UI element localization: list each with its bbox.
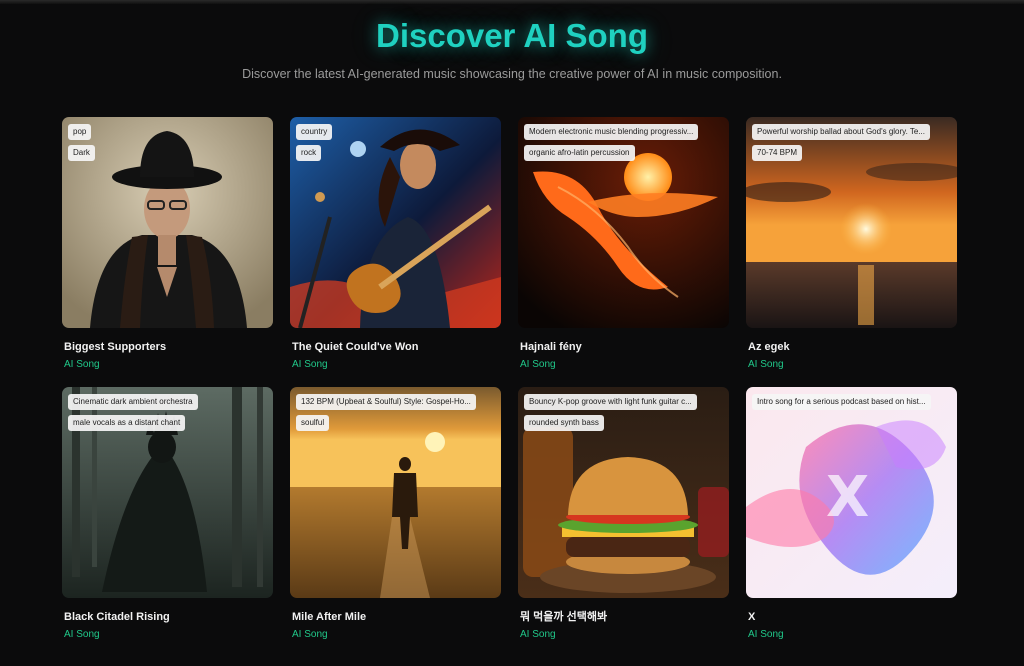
genre-tag: organic afro-latin percussion: [524, 145, 635, 161]
song-title[interactable]: Hajnali fény: [518, 340, 729, 354]
genre-tag: pop: [68, 124, 92, 140]
page-title: Discover AI Song: [375, 17, 648, 54]
page-subtitle: Discover the latest AI-generated music s…: [242, 67, 782, 81]
song-grid: pop Dark Biggest Supporters AI Song coun…: [62, 117, 957, 657]
genre-tag: 132 BPM (Upbeat & Soulful) Style: Gospel…: [296, 394, 476, 410]
song-type-label: AI Song: [748, 359, 784, 370]
song-card[interactable]: X Intro song for a serious podcast based…: [746, 387, 957, 657]
song-card[interactable]: Modern electronic music blending progres…: [518, 117, 729, 387]
song-thumbnail[interactable]: Bouncy K-pop groove with light funk guit…: [518, 387, 729, 598]
song-card[interactable]: Bouncy K-pop groove with light funk guit…: [518, 387, 729, 657]
genre-tag: Cinematic dark ambient orchestra: [68, 394, 198, 410]
song-title[interactable]: Mile After Mile: [290, 610, 501, 624]
song-type-label: AI Song: [748, 629, 784, 640]
song-title[interactable]: X: [746, 610, 957, 624]
song-card[interactable]: Cinematic dark ambient orchestra male vo…: [62, 387, 273, 657]
song-thumbnail[interactable]: country rock: [290, 117, 501, 328]
genre-tag: Modern electronic music blending progres…: [524, 124, 699, 140]
song-type-label: AI Song: [292, 629, 328, 640]
song-type-label: AI Song: [520, 629, 556, 640]
song-type-label: AI Song: [64, 629, 100, 640]
genre-tag: rock: [296, 145, 322, 161]
song-title[interactable]: The Quiet Could've Won: [290, 340, 501, 354]
hero-section: Discover AI Song Discover the latest AI-…: [0, 14, 1024, 82]
song-type-label: AI Song: [520, 359, 556, 370]
genre-tag: male vocals as a distant chant: [68, 415, 186, 431]
genre-tag: soulful: [296, 415, 330, 431]
top-border: [0, 0, 1024, 4]
song-type-label: AI Song: [64, 359, 100, 370]
song-title[interactable]: Az egek: [746, 340, 957, 354]
genre-tag: Bouncy K-pop groove with light funk guit…: [524, 394, 697, 410]
song-thumbnail[interactable]: X Intro song for a serious podcast based…: [746, 387, 957, 598]
song-card[interactable]: Powerful worship ballad about God's glor…: [746, 117, 957, 387]
genre-tag: Powerful worship ballad about God's glor…: [752, 124, 930, 140]
genre-tag: Dark: [68, 145, 95, 161]
x-logo-icon: X: [826, 465, 870, 530]
song-title[interactable]: Biggest Supporters: [62, 340, 273, 354]
song-card[interactable]: 132 BPM (Upbeat & Soulful) Style: Gospel…: [290, 387, 501, 657]
song-thumbnail[interactable]: 132 BPM (Upbeat & Soulful) Style: Gospel…: [290, 387, 501, 598]
song-title[interactable]: Black Citadel Rising: [62, 610, 273, 624]
song-thumbnail[interactable]: Cinematic dark ambient orchestra male vo…: [62, 387, 273, 598]
genre-tag: rounded synth bass: [524, 415, 604, 431]
genre-tag: country: [296, 124, 333, 140]
song-type-label: AI Song: [292, 359, 328, 370]
genre-tag: Intro song for a serious podcast based o…: [752, 394, 931, 410]
song-card[interactable]: country rock The Quiet Could've Won AI S…: [290, 117, 501, 387]
genre-tag: 70-74 BPM: [752, 145, 803, 161]
song-thumbnail[interactable]: Powerful worship ballad about God's glor…: [746, 117, 957, 328]
song-title[interactable]: 뭐 먹을까 선택해봐: [518, 610, 729, 624]
song-card[interactable]: pop Dark Biggest Supporters AI Song: [62, 117, 273, 387]
song-thumbnail[interactable]: pop Dark: [62, 117, 273, 328]
song-thumbnail[interactable]: Modern electronic music blending progres…: [518, 117, 729, 328]
